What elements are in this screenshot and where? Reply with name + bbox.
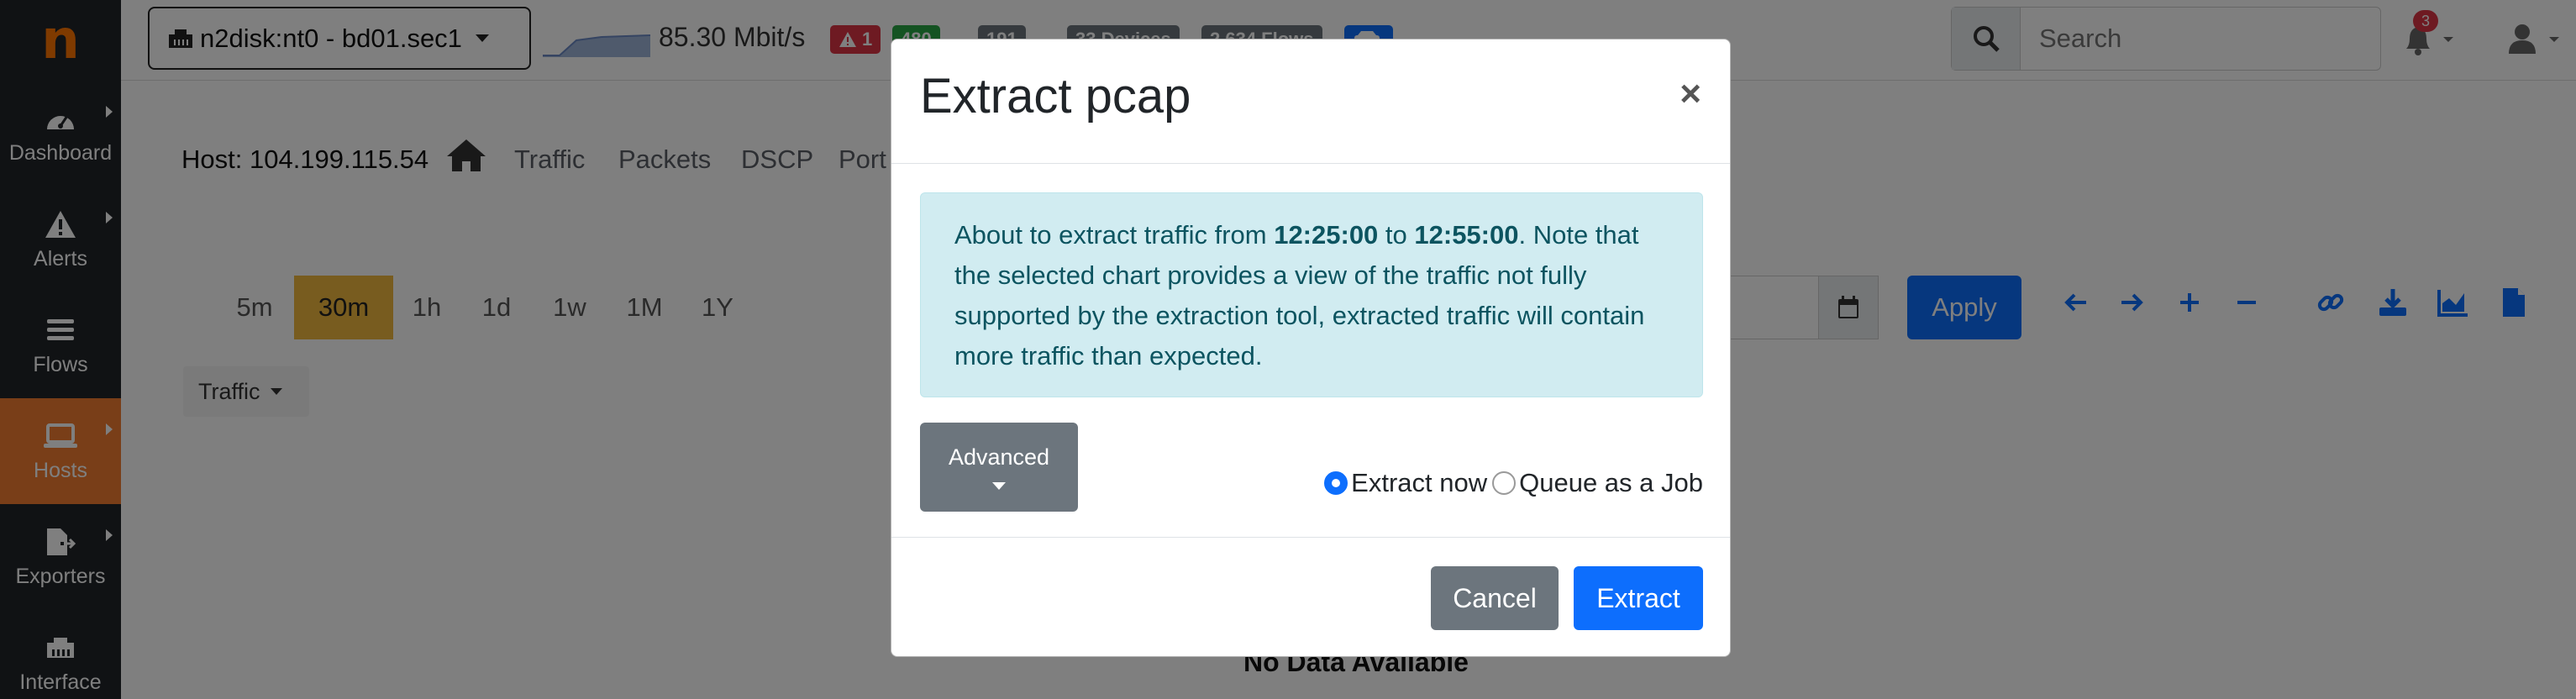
alert-text-middle: to bbox=[1378, 220, 1415, 250]
advanced-button[interactable]: Advanced bbox=[920, 423, 1078, 512]
queue-job-label[interactable]: Queue as a Job bbox=[1519, 468, 1703, 498]
chevron-down-icon bbox=[992, 482, 1006, 490]
extract-start-time: 12:25:00 bbox=[1274, 220, 1379, 250]
extract-now-radio[interactable] bbox=[1324, 471, 1348, 495]
modal-title: Extract pcap bbox=[920, 69, 1191, 124]
extract-pcap-dialog: Extract pcap × About to extract traffic … bbox=[891, 39, 1731, 657]
alert-text-prefix: About to extract traffic from bbox=[954, 220, 1275, 250]
extract-end-time: 12:55:00 bbox=[1414, 220, 1519, 250]
close-icon[interactable]: × bbox=[1680, 73, 1701, 115]
modal-footer: Cancel Extract bbox=[891, 537, 1730, 658]
extract-button[interactable]: Extract bbox=[1574, 566, 1703, 630]
modal-header: Extract pcap × bbox=[891, 39, 1730, 164]
advanced-button-label: Advanced bbox=[948, 444, 1050, 470]
cancel-button[interactable]: Cancel bbox=[1431, 566, 1559, 630]
extraction-info-alert: About to extract traffic from 12:25:00 t… bbox=[920, 192, 1703, 397]
queue-job-radio[interactable] bbox=[1492, 471, 1517, 495]
extract-now-label[interactable]: Extract now bbox=[1351, 468, 1487, 498]
extraction-mode-options: Extract now Queue as a Job bbox=[1324, 468, 1703, 498]
